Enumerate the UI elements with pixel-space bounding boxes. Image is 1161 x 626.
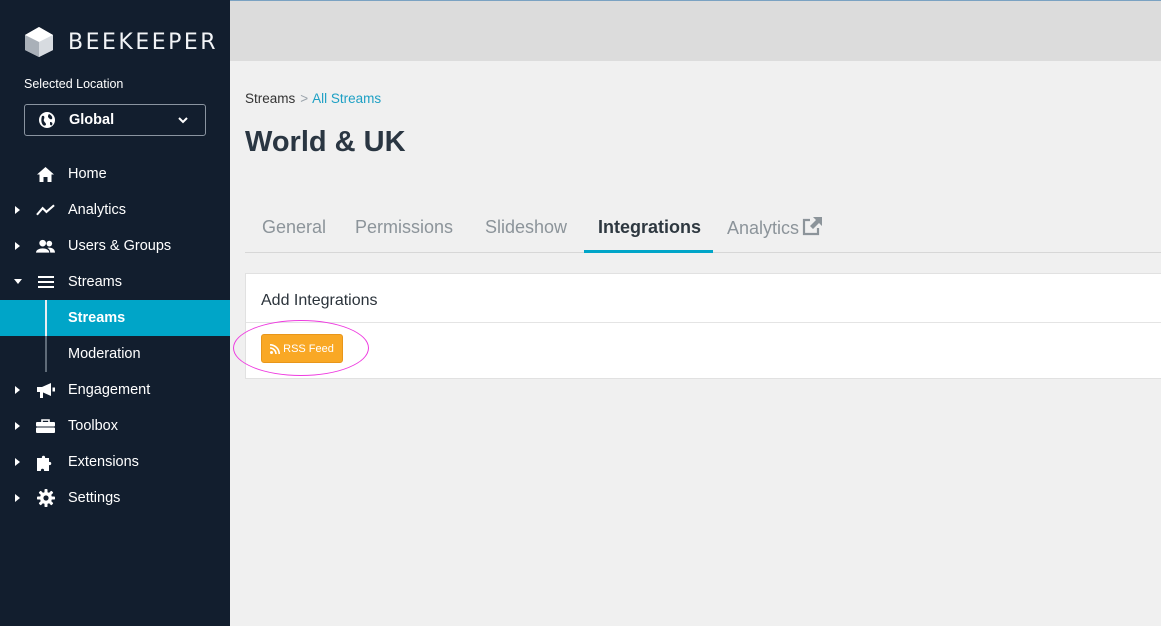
caret-right-icon [15, 386, 20, 394]
sidebar-subitem-label: Streams [68, 310, 126, 326]
globe-icon [39, 112, 55, 128]
caret-right-icon [15, 242, 20, 250]
location-value: Global [69, 112, 115, 128]
breadcrumb-separator: > [300, 91, 309, 106]
bars-icon [36, 273, 55, 291]
sidebar-item-analytics[interactable]: Analytics [0, 192, 230, 228]
integrations-panel: Add Integrations RSS Feed [245, 273, 1161, 379]
caret-right-icon [15, 206, 20, 214]
selected-location-label: Selected Location [24, 77, 124, 91]
sidebar-item-label: Streams [68, 274, 122, 290]
sidebar-item-toolbox[interactable]: Toolbox [0, 408, 230, 444]
puzzle-icon [36, 453, 55, 471]
caret-right-icon [15, 422, 20, 430]
active-tab-indicator [584, 250, 713, 253]
caret-right-icon [15, 494, 20, 502]
location-select[interactable]: Global [24, 104, 206, 136]
rss-icon [270, 343, 281, 354]
tab-analytics[interactable]: Analytics [727, 217, 823, 253]
subnav-line [45, 300, 47, 336]
beekeeper-logo-icon [25, 27, 53, 57]
top-bar [230, 0, 1161, 61]
rss-feed-button[interactable]: RSS Feed [261, 334, 343, 363]
gear-icon [36, 489, 55, 507]
sidebar-item-streams[interactable]: Streams [0, 264, 230, 300]
sidebar-item-users-groups[interactable]: Users & Groups [0, 228, 230, 264]
page-title: World & UK [245, 126, 406, 158]
sidebar-subitem-streams[interactable]: Streams [0, 300, 230, 336]
tab-slideshow[interactable]: Slideshow [485, 217, 567, 253]
tab-permissions[interactable]: Permissions [355, 217, 453, 253]
sidebar-item-home[interactable]: Home [0, 156, 230, 192]
tab-general[interactable]: General [262, 217, 326, 253]
subnav-line [45, 336, 47, 372]
breadcrumb-root[interactable]: Streams [245, 91, 295, 106]
sidebar-item-label: Users & Groups [68, 238, 172, 254]
home-icon [36, 165, 55, 183]
sidebar: BEEKEEPER Selected Location Global Home … [0, 0, 230, 626]
breadcrumb: Streams > All Streams [245, 91, 381, 106]
sidebar-item-label: Toolbox [68, 418, 118, 434]
sidebar-item-engagement[interactable]: Engagement [0, 372, 230, 408]
sidebar-item-label: Home [68, 166, 107, 182]
tab-bar: General Permissions Slideshow Integratio… [245, 207, 1161, 253]
sidebar-item-label: Engagement [68, 382, 151, 398]
external-link-icon [802, 217, 823, 236]
sidebar-nav: Home Analytics Users & Groups Streams St… [0, 156, 230, 516]
breadcrumb-all-streams-link[interactable]: All Streams [312, 91, 381, 106]
megaphone-icon [36, 381, 55, 399]
sidebar-item-label: Analytics [68, 202, 127, 218]
tab-integrations[interactable]: Integrations [598, 217, 701, 253]
sidebar-subitem-label: Moderation [68, 346, 141, 362]
tab-analytics-label: Analytics [727, 218, 800, 238]
chart-line-icon [36, 201, 55, 219]
sidebar-item-settings[interactable]: Settings [0, 480, 230, 516]
logo-text: BEEKEEPER [68, 29, 219, 55]
chevron-down-icon [178, 117, 188, 124]
users-icon [36, 237, 55, 255]
sidebar-subitem-moderation[interactable]: Moderation [0, 336, 230, 372]
caret-right-icon [15, 458, 20, 466]
panel-title: Add Integrations [246, 274, 1161, 323]
sidebar-item-label: Extensions [68, 454, 139, 470]
sidebar-item-label: Settings [68, 490, 121, 506]
logo[interactable]: BEEKEEPER [24, 26, 218, 58]
toolbox-icon [36, 417, 55, 435]
sidebar-item-extensions[interactable]: Extensions [0, 444, 230, 480]
rss-feed-button-label: RSS Feed [283, 342, 334, 355]
caret-down-icon [14, 279, 22, 284]
